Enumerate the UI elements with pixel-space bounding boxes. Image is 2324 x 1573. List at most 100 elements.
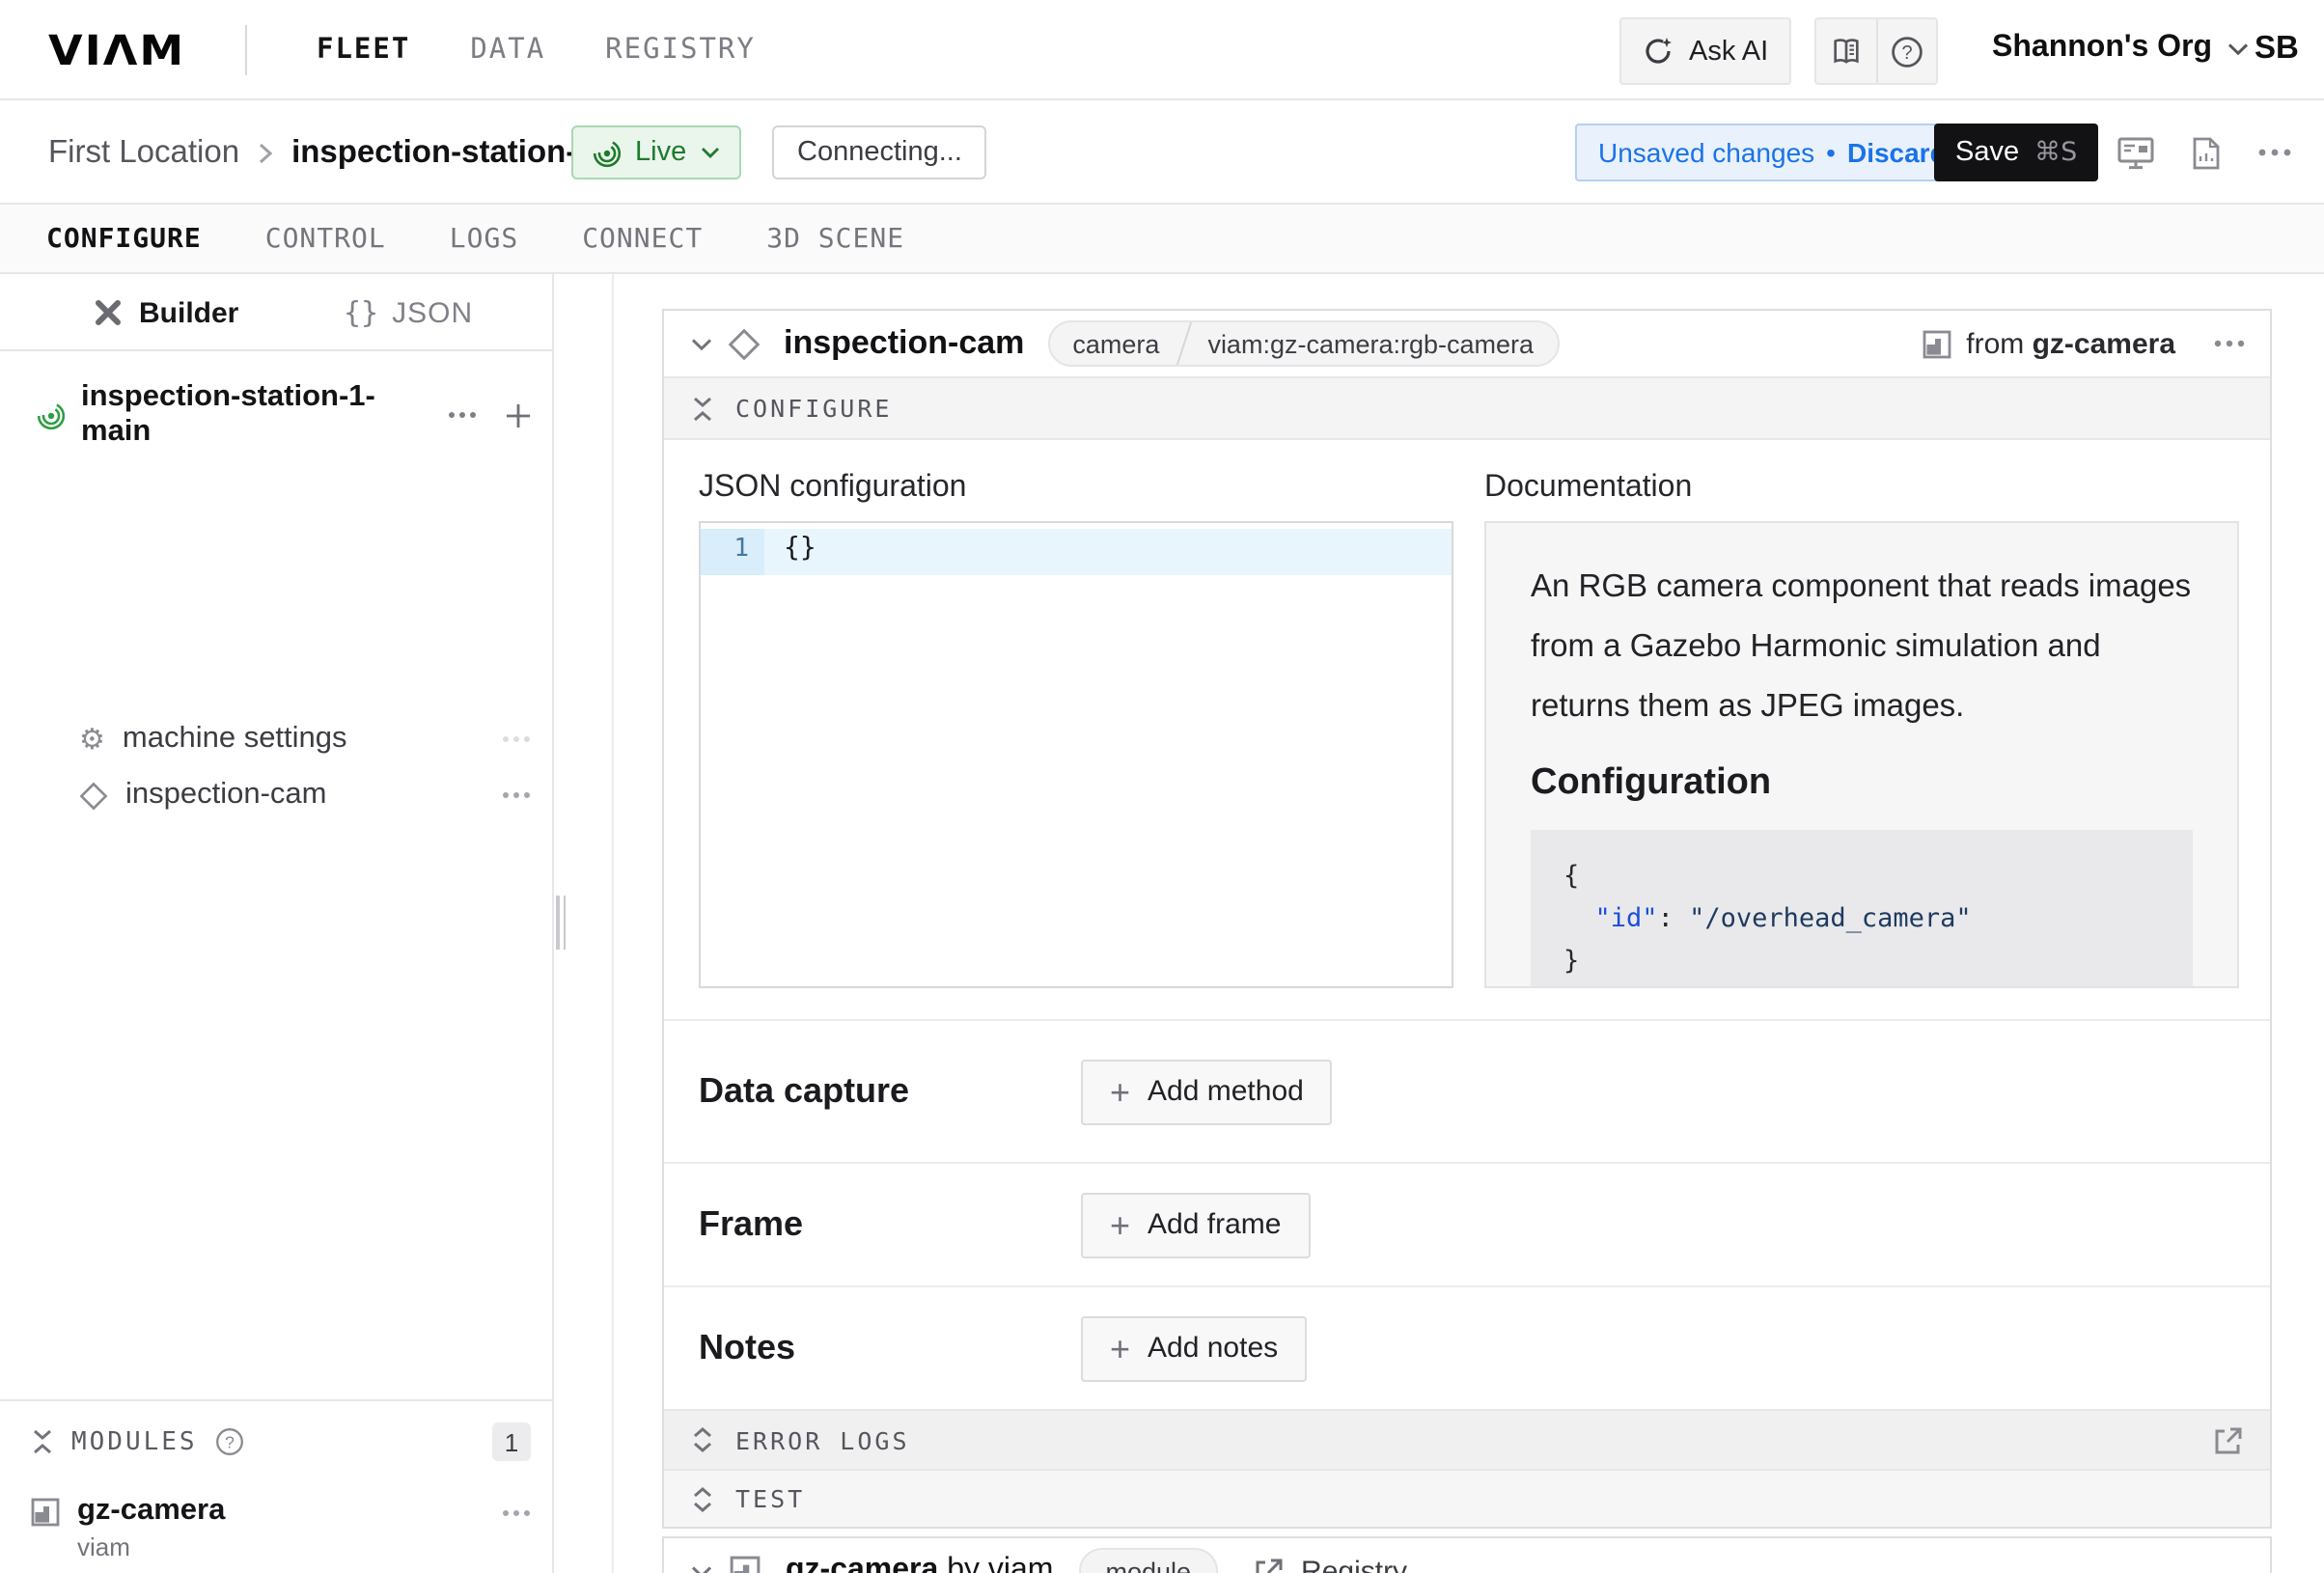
item-menu-icon[interactable] <box>502 735 531 743</box>
unsaved-changes-banner: Unsaved changes • Discard <box>1575 124 1970 181</box>
main-content: inspection-cam camera viam:gz-camera:rgb… <box>614 274 2324 1573</box>
report-file-icon[interactable] <box>2193 136 2220 169</box>
ask-ai-button[interactable]: Ask AI <box>1619 17 1791 85</box>
add-method-button[interactable]: + Add method <box>1081 1059 1333 1124</box>
registry-link[interactable]: Registry <box>1301 1555 1407 1573</box>
sidebar-resize-handle[interactable] <box>556 896 566 950</box>
data-capture-heading: Data capture <box>699 1071 1081 1112</box>
sidebar-item-machine-settings[interactable]: ⚙ machine settings <box>0 714 554 764</box>
machine-tabs: CONFIGURE CONTROL LOGS CONNECT 3D SCENE <box>0 205 2324 274</box>
component-menu-icon[interactable] <box>2214 340 2245 347</box>
connection-label: Connecting... <box>797 137 962 168</box>
machine-bar-icons <box>2117 100 2291 205</box>
builder-label: Builder <box>139 296 238 329</box>
viam-logo[interactable]: VIΛM <box>48 29 185 75</box>
org-name: Shannon's Org <box>1992 31 2212 66</box>
tab-3d-scene[interactable]: 3D SCENE <box>766 223 904 254</box>
documentation-book-icon[interactable] <box>1816 19 1876 83</box>
module-card-gz-camera: gz-camera by viam module Registry <box>662 1536 2272 1573</box>
add-frame-button[interactable]: + Add frame <box>1081 1192 1310 1257</box>
chevron-down-icon <box>2227 41 2249 55</box>
modules-help-icon[interactable]: ? <box>215 1426 246 1457</box>
module-org: viam <box>77 1532 225 1561</box>
primary-nav: FLEET DATA REGISTRY <box>317 0 756 100</box>
save-button[interactable]: Save ⌘S <box>1934 124 2098 181</box>
plus-icon: + <box>1110 1074 1130 1109</box>
external-link-icon <box>1255 1557 1284 1573</box>
modules-section: MODULES ? 1 gz-camera <box>0 1399 554 1561</box>
collapse-chevron-icon[interactable] <box>691 337 712 350</box>
chevron-down-icon <box>700 147 719 158</box>
configure-section-bar[interactable]: CONFIGURE <box>664 376 2270 440</box>
tab-connect[interactable]: CONNECT <box>582 223 703 254</box>
ask-ai-sparkle-icon <box>1643 35 1675 68</box>
module-icon <box>730 1556 761 1573</box>
broadcast-icon <box>593 138 622 167</box>
machine-settings-label: machine settings <box>123 722 347 757</box>
user-avatar[interactable]: SB <box>2255 31 2299 68</box>
sidebar-item-inspection-cam[interactable]: inspection-cam <box>0 770 554 820</box>
collapse-chevron-icon[interactable] <box>691 1564 712 1573</box>
test-bar[interactable]: TEST <box>664 1469 2270 1527</box>
expand-vertical-icon <box>691 1485 714 1512</box>
breadcrumb-location[interactable]: First Location <box>48 134 239 171</box>
module-card-header: gz-camera by viam module Registry <box>664 1538 2270 1573</box>
machine-status-dropdown[interactable]: Live <box>571 125 740 179</box>
machine-bar: First Location inspection-station-1 Live… <box>0 100 2324 205</box>
component-card-inspection-cam: inspection-cam camera viam:gz-camera:rgb… <box>662 309 2272 1529</box>
breadcrumb-chevron-icon <box>259 142 272 163</box>
tab-control[interactable]: CONTROL <box>265 223 386 254</box>
nav-item-registry[interactable]: REGISTRY <box>605 35 756 66</box>
configure-body: JSON configuration Documentation 1 {} An… <box>664 440 2270 1019</box>
module-icon <box>31 1498 60 1527</box>
add-notes-button[interactable]: + Add notes <box>1081 1315 1307 1381</box>
more-actions-icon[interactable] <box>2258 149 2291 156</box>
svg-text:?: ? <box>1901 41 1912 63</box>
nav-item-fleet[interactable]: FLEET <box>317 35 410 66</box>
expand-vertical-icon <box>691 1426 714 1453</box>
editor-line-number: 1 <box>701 529 764 575</box>
component-diamond-icon <box>728 327 761 360</box>
org-switcher[interactable]: Shannon's Org <box>1992 31 2249 66</box>
frame-heading: Frame <box>699 1204 1081 1245</box>
module-name: gz-camera <box>77 1494 225 1527</box>
error-logs-bar[interactable]: ERROR LOGS <box>664 1409 2270 1469</box>
component-card-header: inspection-cam camera viam:gz-camera:rgb… <box>664 311 2270 376</box>
json-config-editor[interactable]: 1 {} <box>699 521 1453 988</box>
module-icon <box>1922 329 1950 358</box>
add-component-icon[interactable] <box>506 402 531 428</box>
connection-status-button[interactable]: Connecting... <box>772 125 987 179</box>
nav-divider <box>245 25 247 75</box>
notes-section: Notes + Add notes <box>664 1285 2270 1409</box>
json-mode-button[interactable]: {} JSON <box>344 274 473 351</box>
machine-part-icon <box>37 400 66 429</box>
modules-label: MODULES <box>71 1427 198 1456</box>
module-menu-icon[interactable] <box>502 1509 531 1517</box>
status-label: Live <box>635 137 686 168</box>
help-icon[interactable]: ? <box>1876 19 1936 83</box>
item-menu-icon[interactable] <box>502 791 531 799</box>
builder-mode-button[interactable]: Builder <box>93 274 238 351</box>
collapse-vertical-icon <box>691 395 714 422</box>
tab-logs[interactable]: LOGS <box>450 223 518 254</box>
monitor-icon[interactable] <box>2117 136 2154 169</box>
tree-machine-part[interactable]: inspection-station-1-main <box>0 390 554 440</box>
module-card-title: gz-camera by viam <box>786 1554 1053 1573</box>
modules-count-badge: 1 <box>492 1422 531 1461</box>
external-link-icon[interactable] <box>2214 1425 2243 1454</box>
tools-icon <box>93 297 124 328</box>
modules-header[interactable]: MODULES ? 1 <box>0 1401 554 1482</box>
ask-ai-label: Ask AI <box>1689 36 1768 67</box>
component-type: camera <box>1049 329 1182 358</box>
doc-configuration-heading: Configuration <box>1531 762 2193 805</box>
documentation-panel[interactable]: An RGB camera component that reads image… <box>1484 521 2239 988</box>
module-list-item[interactable]: gz-camera viam <box>0 1482 554 1561</box>
save-shortcut: ⌘S <box>2034 137 2077 168</box>
discard-link[interactable]: Discard <box>1847 137 1947 168</box>
nav-item-data[interactable]: DATA <box>470 35 545 66</box>
component-model: viam:gz-camera:rgb-camera <box>1184 329 1557 358</box>
tab-configure[interactable]: CONFIGURE <box>46 223 202 254</box>
doc-description: An RGB camera component that reads image… <box>1531 558 2193 737</box>
part-menu-icon[interactable] <box>448 411 477 419</box>
sidebar-mode-toggle: Builder {} JSON <box>0 274 554 351</box>
